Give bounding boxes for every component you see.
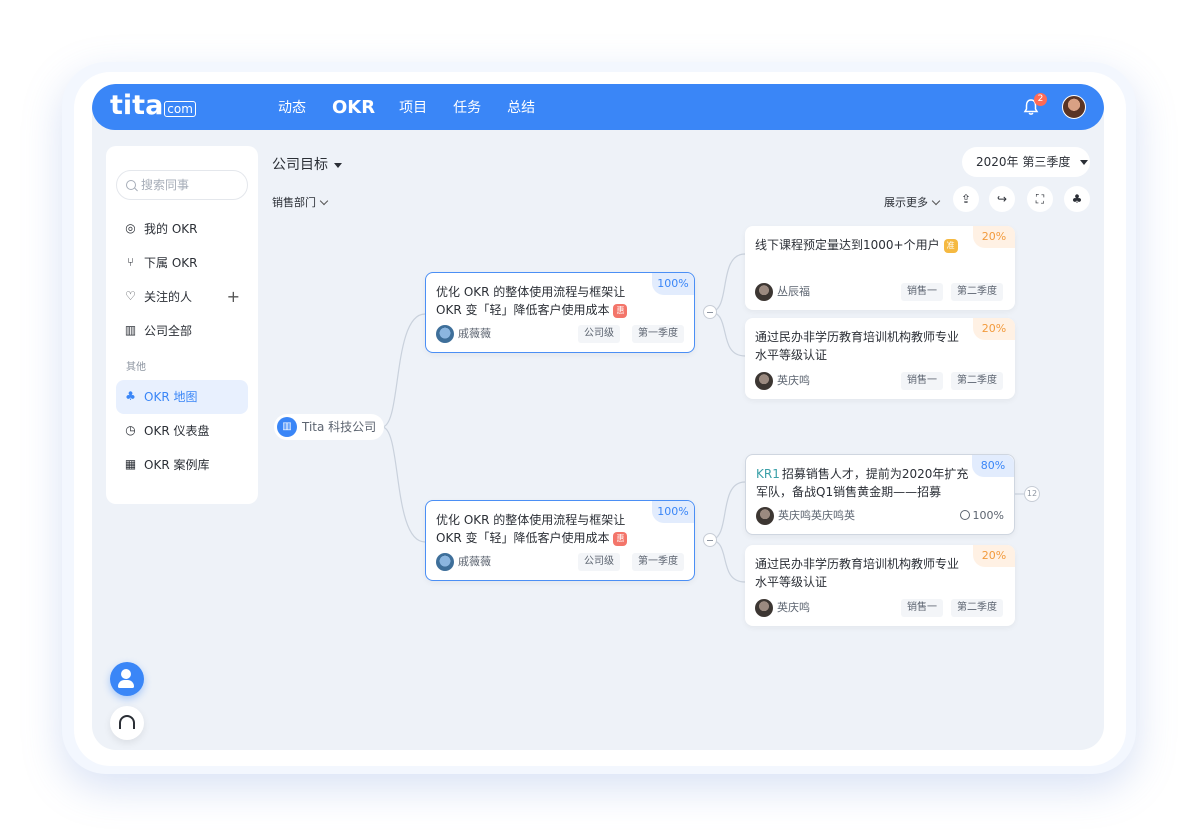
card-meta: 戚薇薇 公司级 第一季度 [436,552,684,572]
avatar [436,325,454,343]
root-node-company[interactable]: ▥ Tita 科技公司 [274,414,385,440]
key-result-card[interactable]: 线下课程预定量达到1000+个用户准 20% 丛辰福 销售一 第二季度 [745,226,1015,310]
collapse-toggle[interactable] [703,305,717,319]
card-meta: 英庆鸣 销售一 第二季度 [755,371,1005,391]
priority-badge: 惠 [613,303,628,318]
kr-label: KR1 [756,467,780,481]
child-count-node[interactable]: 12 [1024,486,1040,502]
objective-text: 优化 OKR 的整体使用流程与框架让 OKR 变「轻」降低客户使用成本惠 [436,283,636,319]
objective-text: 优化 OKR 的整体使用流程与框架让 OKR 变「轻」降低客户使用成本惠 [436,511,636,547]
kr-text: KR1 招募销售人才，提前为2020年扩充军队，备战Q1销售黄金期——招募 [756,467,969,499]
collapse-toggle[interactable] [703,533,717,547]
quarter-tag: 第一季度 [632,553,684,571]
avatar [436,553,454,571]
key-result-card[interactable]: 通过民办非学历教育培训机构教师专业水平等级认证 20% 英庆鸣 销售一 第二季度 [745,318,1015,399]
dept-tag: 销售一 [901,283,943,301]
kr-text: 通过民办非学历教育培训机构教师专业水平等级认证 [755,330,960,362]
quarter-tag: 第二季度 [951,283,1003,301]
dept-tag: 销售一 [901,372,943,390]
level-tag: 公司级 [578,325,620,343]
avatar [756,507,774,525]
card-meta: 戚薇薇 公司级 第一季度 [436,324,684,344]
progress-badge: 20% [973,545,1015,567]
avatar [755,283,773,301]
clock-icon [959,510,970,520]
owner-name: 英庆鸣 [777,374,810,387]
progress-badge: 20% [973,226,1015,248]
card-meta: 丛辰福 销售一 第二季度 [755,282,1005,302]
card-meta: 英庆鸣 销售一 第二季度 [755,598,1005,618]
quarter-tag: 第二季度 [951,599,1003,617]
objective-card[interactable]: 优化 OKR 的整体使用流程与框架让 OKR 变「轻」降低客户使用成本惠 100… [425,500,695,581]
tree-connectors [381,253,1024,583]
building-icon: ▥ [277,417,297,437]
progress-badge: 100% [652,501,694,523]
key-result-card[interactable]: KR1 招募销售人才，提前为2020年扩充军队，备战Q1销售黄金期——招募 80%… [745,454,1015,535]
priority-badge: 惠 [613,531,628,546]
kr-text: 通过民办非学历教育培训机构教师专业水平等级认证 [755,557,960,589]
objective-card[interactable]: 优化 OKR 的整体使用流程与框架让 OKR 变「轻」降低客户使用成本惠 100… [425,272,695,353]
quarter-tag: 第一季度 [632,325,684,343]
progress-badge: 20% [973,318,1015,340]
owner-name: 英庆鸣 [777,601,810,614]
avatar [755,599,773,617]
key-result-card[interactable]: 通过民办非学历教育培训机构教师专业水平等级认证 20% 英庆鸣 销售一 第二季度 [745,545,1015,626]
owner-name: 丛辰福 [777,285,810,298]
progress-badge: 100% [652,273,694,295]
kr-text: 线下课程预定量达到1000+个用户准 [755,236,969,254]
priority-badge: 准 [943,238,958,253]
avatar [755,372,773,390]
owner-name: 英庆鸣英庆鸣英 [778,509,855,522]
owner-name: 戚薇薇 [458,327,491,340]
level-tag: 公司级 [578,553,620,571]
card-meta: 英庆鸣英庆鸣英 100% [756,506,1004,526]
progress-badge: 80% [972,455,1014,477]
quarter-tag: 第二季度 [951,372,1003,390]
owner-name: 戚薇薇 [458,555,491,568]
app-window: tita com 动态 OKR 项目 任务 总结 2 搜索同事 ◎ 我的 OKR … [92,84,1104,750]
root-node-label: Tita 科技公司 [302,420,377,434]
completion-status: 100% [959,506,1004,526]
dept-tag: 销售一 [901,599,943,617]
